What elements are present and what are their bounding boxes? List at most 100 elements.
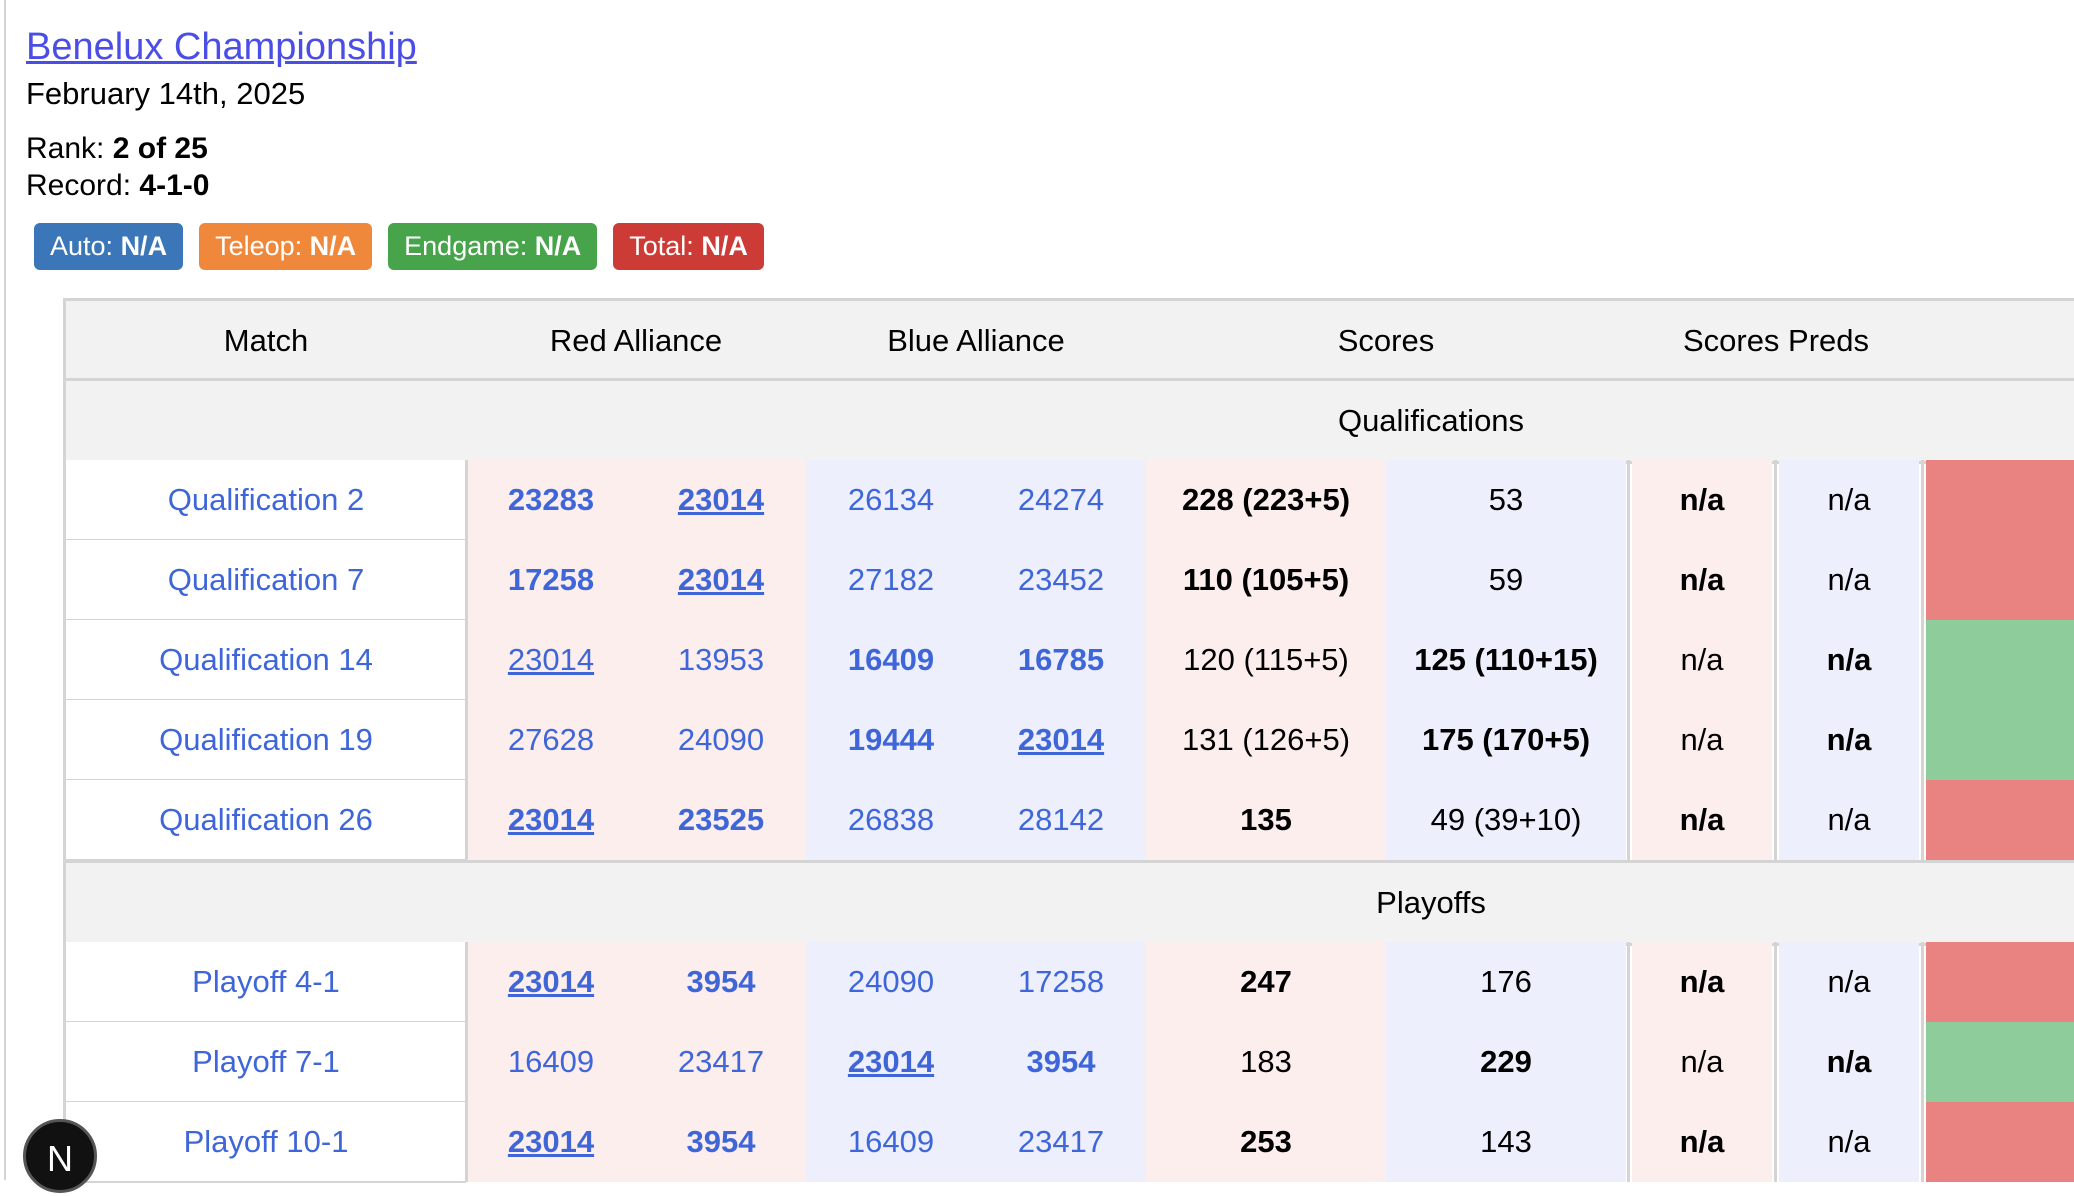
red-team-link[interactable]: 23283 bbox=[466, 460, 636, 540]
red-team-link[interactable]: 23014 bbox=[466, 942, 636, 1022]
red-pred: n/a bbox=[1632, 942, 1772, 1022]
column-divider bbox=[63, 298, 66, 1182]
blue-team-link[interactable]: 26838 bbox=[806, 780, 976, 860]
match-link[interactable]: Qualification 7 bbox=[66, 540, 466, 620]
result-indicator bbox=[1926, 780, 2074, 860]
column-divider bbox=[1774, 460, 1777, 860]
record-line: Record: 4-1-0 bbox=[26, 167, 417, 204]
blue-score: 143 bbox=[1386, 1102, 1626, 1182]
red-score: 135 bbox=[1146, 780, 1386, 860]
blue-team-link[interactable]: 17258 bbox=[976, 942, 1146, 1022]
blue-pred: n/a bbox=[1779, 780, 1919, 860]
blue-team-link[interactable]: 23014 bbox=[976, 700, 1146, 780]
red-team-link[interactable]: 27628 bbox=[466, 700, 636, 780]
red-pred: n/a bbox=[1632, 620, 1772, 700]
record-label: Record: bbox=[26, 169, 132, 202]
teleop-badge: Teleop: N/A bbox=[199, 223, 373, 270]
auto-badge-label: Auto: bbox=[50, 231, 114, 261]
section-qualifications-label: Qualifications bbox=[1337, 403, 1525, 438]
table-row: Playoff 7-1 16409 23417 23014 3954 183 229 n/a n… bbox=[66, 1022, 2074, 1102]
endgame-badge-label: Endgame: bbox=[404, 231, 528, 261]
red-team-link[interactable]: 23417 bbox=[636, 1022, 806, 1102]
event-header: Benelux Championship February 14th, 2025… bbox=[26, 22, 417, 204]
red-score: 247 bbox=[1146, 942, 1386, 1022]
red-team-link[interactable]: 3954 bbox=[636, 942, 806, 1022]
match-link[interactable]: Playoff 4-1 bbox=[66, 942, 466, 1022]
red-team-link[interactable]: 23014 bbox=[466, 780, 636, 860]
blue-pred: n/a bbox=[1779, 1022, 1919, 1102]
match-link[interactable]: Qualification 2 bbox=[66, 460, 466, 540]
blue-pred: n/a bbox=[1779, 700, 1919, 780]
red-pred: n/a bbox=[1632, 1022, 1772, 1102]
red-score: 110 (105+5) bbox=[1146, 540, 1386, 620]
result-indicator bbox=[1926, 942, 2074, 1022]
result-indicator bbox=[1926, 700, 2074, 780]
blue-team-link[interactable]: 27182 bbox=[806, 540, 976, 620]
blue-team-link[interactable]: 23014 bbox=[806, 1022, 976, 1102]
table-row: Playoff 4-1 23014 3954 24090 17258 247 176 n/a n… bbox=[66, 942, 2074, 1022]
match-link[interactable]: Playoff 10-1 bbox=[66, 1102, 466, 1182]
red-team-link[interactable]: 13953 bbox=[636, 620, 806, 700]
column-divider bbox=[1774, 942, 1777, 1182]
blue-score: 175 (170+5) bbox=[1386, 700, 1626, 780]
blue-team-link[interactable]: 16785 bbox=[976, 620, 1146, 700]
teleop-badge-label: Teleop: bbox=[215, 231, 303, 261]
red-team-link[interactable]: 16409 bbox=[466, 1022, 636, 1102]
blue-score: 59 bbox=[1386, 540, 1626, 620]
blue-team-link[interactable]: 26134 bbox=[806, 460, 976, 540]
event-name-link[interactable]: Benelux Championship bbox=[26, 22, 417, 72]
result-indicator bbox=[1926, 1102, 2074, 1182]
rank-value: 2 of 25 bbox=[112, 132, 208, 165]
blue-score: 125 (110+15) bbox=[1386, 620, 1626, 700]
red-score: 120 (115+5) bbox=[1146, 620, 1386, 700]
match-link[interactable]: Qualification 19 bbox=[66, 700, 466, 780]
match-link[interactable]: Qualification 26 bbox=[66, 780, 466, 860]
red-team-link[interactable]: 23014 bbox=[466, 620, 636, 700]
red-team-link[interactable]: 17258 bbox=[466, 540, 636, 620]
blue-team-link[interactable]: 16409 bbox=[806, 1102, 976, 1182]
section-playoffs: Playoffs bbox=[66, 860, 2074, 946]
blue-team-link[interactable]: 23417 bbox=[976, 1102, 1146, 1182]
red-pred: n/a bbox=[1632, 780, 1772, 860]
table-row: Qualification 2 23283 23014 26134 24274 228 (… bbox=[66, 460, 2074, 540]
column-divider bbox=[1921, 460, 1924, 860]
blue-pred: n/a bbox=[1779, 942, 1919, 1022]
red-team-link[interactable]: 23014 bbox=[636, 460, 806, 540]
app-logo-button[interactable]: N bbox=[23, 1119, 97, 1193]
blue-team-link[interactable]: 24274 bbox=[976, 460, 1146, 540]
blue-team-link[interactable]: 24090 bbox=[806, 942, 976, 1022]
match-link[interactable]: Playoff 7-1 bbox=[66, 1022, 466, 1102]
red-team-link[interactable]: 23014 bbox=[466, 1102, 636, 1182]
red-score: 131 (126+5) bbox=[1146, 700, 1386, 780]
blue-score: 49 (39+10) bbox=[1386, 780, 1626, 860]
table-row: Qualification 26 23014 23525 26838 28142 135 4… bbox=[66, 780, 2074, 860]
stat-badges: Auto: N/A Teleop: N/A Endgame: N/A Total… bbox=[34, 223, 764, 270]
red-team-link[interactable]: 23014 bbox=[636, 540, 806, 620]
table-header-row: Match Red Alliance Blue Alliance Scores … bbox=[66, 298, 2074, 384]
endgame-badge-value: N/A bbox=[534, 231, 582, 261]
column-divider bbox=[465, 460, 468, 860]
blue-team-link[interactable]: 16409 bbox=[806, 620, 976, 700]
table-row: Qualification 19 27628 24090 19444 23014 131 … bbox=[66, 700, 2074, 780]
red-team-link[interactable]: 3954 bbox=[636, 1102, 806, 1182]
header-blue-alliance: Blue Alliance bbox=[887, 323, 1065, 358]
result-indicator bbox=[1926, 540, 2074, 620]
blue-team-link[interactable]: 23452 bbox=[976, 540, 1146, 620]
red-pred: n/a bbox=[1632, 700, 1772, 780]
blue-score: 229 bbox=[1386, 1022, 1626, 1102]
blue-team-link[interactable]: 19444 bbox=[806, 700, 976, 780]
total-badge-label: Total: bbox=[629, 231, 694, 261]
auto-badge-value: N/A bbox=[120, 231, 168, 261]
rank-line: Rank: 2 of 25 bbox=[26, 130, 417, 167]
red-pred: n/a bbox=[1632, 540, 1772, 620]
header-match: Match bbox=[223, 323, 309, 358]
blue-team-link[interactable]: 28142 bbox=[976, 780, 1146, 860]
column-divider bbox=[1627, 460, 1630, 860]
red-score: 228 (223+5) bbox=[1146, 460, 1386, 540]
red-team-link[interactable]: 24090 bbox=[636, 700, 806, 780]
blue-team-link[interactable]: 3954 bbox=[976, 1022, 1146, 1102]
match-link[interactable]: Qualification 14 bbox=[66, 620, 466, 700]
teleop-badge-value: N/A bbox=[309, 231, 357, 261]
table-row: Playoff 10-1 23014 3954 16409 23417 253 143 n/a… bbox=[66, 1102, 2074, 1182]
red-team-link[interactable]: 23525 bbox=[636, 780, 806, 860]
